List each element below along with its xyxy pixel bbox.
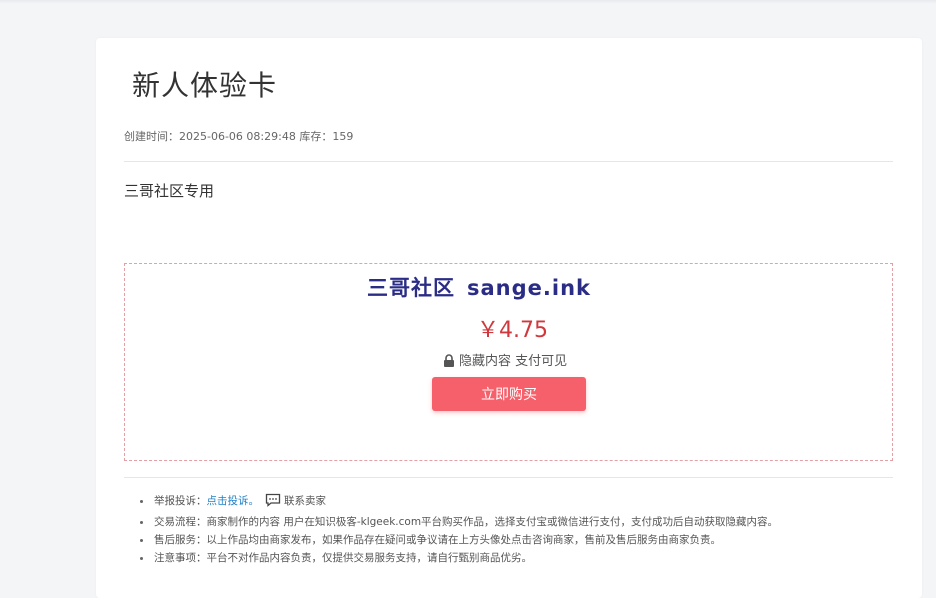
price: ￥4.75: [477, 318, 548, 343]
brand-banner: 三哥社区 sange.ink: [367, 272, 591, 302]
report-label: 举报投诉：: [154, 495, 207, 507]
product-title: 新人体验卡: [132, 69, 278, 102]
notes-list: 举报投诉：点击投诉。 联系卖家 交易流程：商家制作的内容 用户在知识极客-klge…: [124, 492, 778, 567]
top-bar: [0, 0, 936, 4]
list-item: 售后服务：以上作品均由商家发布，如果作品存在疑问或争议请在上方头像处点击咨询商家…: [139, 531, 778, 549]
brand-banner-cn: 三哥社区: [367, 276, 455, 300]
hidden-content-note: 隐藏内容 支付可见: [443, 350, 567, 371]
divider: [124, 161, 893, 162]
hidden-note-text: 隐藏内容 支付可见: [459, 354, 568, 369]
payment-box: 三哥社区 sange.ink ￥4.75 隐藏内容 支付可见 立即购买: [124, 263, 893, 461]
divider: [124, 477, 893, 478]
list-item: 交易流程：商家制作的内容 用户在知识极客-klgeek.com平台购买作品，选择…: [139, 513, 778, 531]
product-card: 新人体验卡 创建时间：2025-06-06 08:29:48 库存：159 三哥…: [96, 38, 922, 598]
product-meta: 创建时间：2025-06-06 08:29:48 库存：159: [124, 130, 354, 143]
product-description: 三哥社区专用: [124, 182, 215, 200]
buy-now-button[interactable]: 立即购买: [432, 377, 586, 411]
list-item: 举报投诉：点击投诉。 联系卖家: [139, 492, 778, 513]
contact-seller-link[interactable]: 联系卖家: [284, 495, 326, 507]
lock-icon: [443, 354, 455, 371]
brand-banner-en: sange.ink: [467, 276, 591, 300]
list-item: 注意事项：平台不对作品内容负责，仅提供交易服务支持，请自行甄别商品优劣。: [139, 549, 778, 567]
report-link[interactable]: 点击投诉。: [207, 495, 260, 507]
chat-bubble-icon[interactable]: [265, 493, 281, 513]
